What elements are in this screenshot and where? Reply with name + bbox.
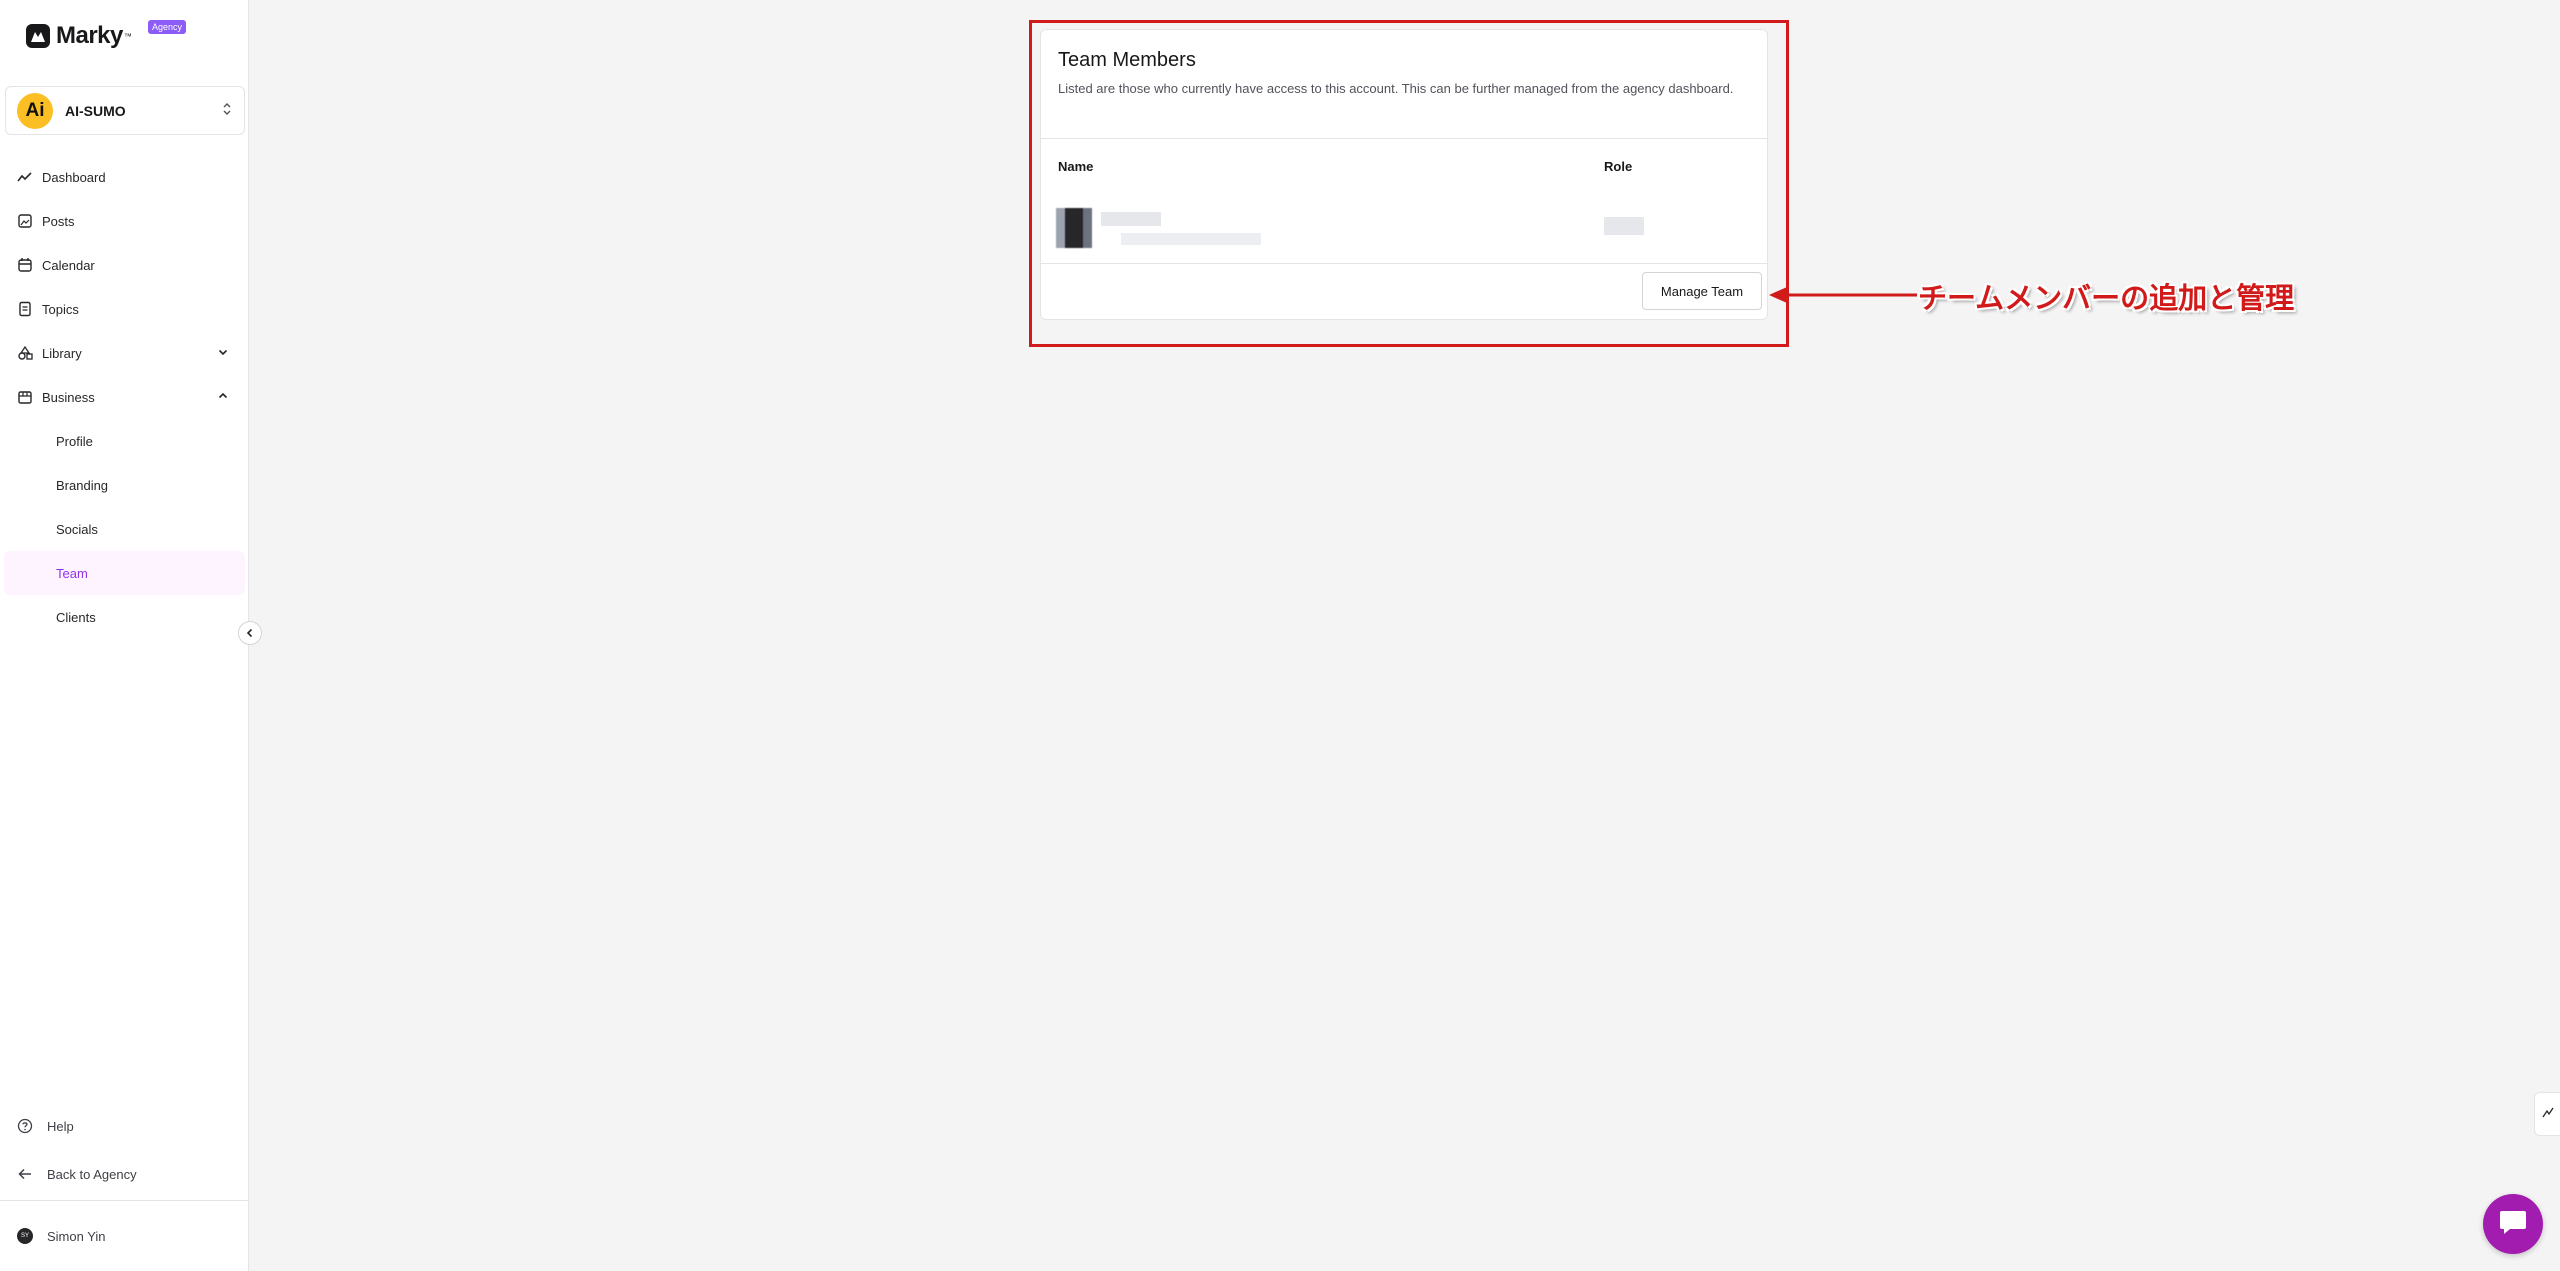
collapse-sidebar-button[interactable] (238, 621, 262, 645)
chevron-down-icon (217, 346, 229, 361)
nav-label-business: Business (42, 389, 95, 405)
logo-trademark: ™ (123, 31, 132, 41)
annotation-arrow-icon (1769, 287, 1917, 303)
nav-label-library: Library (42, 345, 82, 361)
nav-label-calendar: Calendar (42, 257, 95, 273)
arrow-left-icon (17, 1166, 33, 1182)
calendar-icon (17, 257, 33, 273)
member-role-redacted (1604, 217, 1644, 235)
card-title: Team Members (1058, 49, 1196, 71)
sub-item-clients[interactable]: Clients (4, 595, 245, 639)
nav-item-dashboard[interactable]: Dashboard (0, 155, 249, 199)
chevron-up-down-icon (222, 101, 232, 119)
divider (1041, 138, 1767, 139)
logo-text: Marky (56, 22, 123, 49)
shapes-icon (17, 345, 33, 361)
divider (1041, 263, 1767, 264)
help-link[interactable]: Help (0, 1102, 249, 1150)
agency-badge: Agency (148, 20, 187, 34)
nav-item-library[interactable]: Library (0, 331, 249, 375)
member-email-redacted (1121, 233, 1261, 245)
chevron-up-icon (217, 390, 229, 405)
nav-item-calendar[interactable]: Calendar (0, 243, 249, 287)
help-circle-icon (17, 1118, 33, 1134)
main-nav: Dashboard Posts Calendar Topics Library (0, 155, 249, 639)
back-to-agency-link[interactable]: Back to Agency (0, 1150, 249, 1198)
nav-item-posts[interactable]: Posts (0, 199, 249, 243)
sub-item-team[interactable]: Team (4, 551, 245, 595)
trend-line-icon (17, 169, 33, 185)
sidebar: Marky ™ Agency Ai AI-SUMO Dashboard Post… (0, 0, 249, 1271)
manage-team-button[interactable]: Manage Team (1642, 272, 1762, 310)
nav-label-dashboard: Dashboard (42, 169, 106, 185)
user-name: Simon Yin (47, 1228, 106, 1244)
image-icon (17, 213, 33, 229)
nav-item-topics[interactable]: Topics (0, 287, 249, 331)
help-label: Help (47, 1118, 74, 1134)
logo[interactable]: Marky ™ (26, 22, 132, 50)
bottom-links: Help Back to Agency (0, 1102, 249, 1198)
store-icon (17, 389, 33, 405)
sub-item-branding[interactable]: Branding (4, 463, 245, 507)
sub-item-profile[interactable]: Profile (4, 419, 245, 463)
team-members-card: Team Members Listed are those who curren… (1040, 29, 1768, 320)
chevron-left-icon (245, 626, 255, 641)
nav-item-business[interactable]: Business (0, 375, 249, 419)
nav-label-topics: Topics (42, 301, 79, 317)
document-icon (17, 301, 33, 317)
back-to-agency-label: Back to Agency (47, 1166, 137, 1182)
chat-widget-button[interactable] (2483, 1194, 2543, 1254)
annotation-text: チームメンバーの追加と管理 (1918, 281, 2295, 315)
member-name-redacted (1101, 212, 1161, 226)
user-avatar: SY (17, 1228, 33, 1244)
account-avatar: Ai (17, 92, 53, 129)
card-description: Listed are those who currently have acce… (1058, 81, 1734, 96)
account-name: AI-SUMO (65, 102, 126, 119)
chart-line-icon (2541, 1105, 2555, 1124)
sub-item-socials[interactable]: Socials (4, 507, 245, 551)
nav-label-posts: Posts (42, 213, 75, 229)
marky-logo-icon (26, 24, 50, 48)
column-header-role: Role (1604, 159, 1633, 174)
column-header-name: Name (1058, 159, 1094, 174)
member-avatar (1056, 208, 1092, 248)
user-menu[interactable]: SY Simon Yin (0, 1200, 249, 1271)
side-feedback-tab[interactable] (2534, 1092, 2560, 1136)
chat-bubble-icon (2498, 1208, 2528, 1241)
account-switcher[interactable]: Ai AI-SUMO (5, 86, 245, 135)
